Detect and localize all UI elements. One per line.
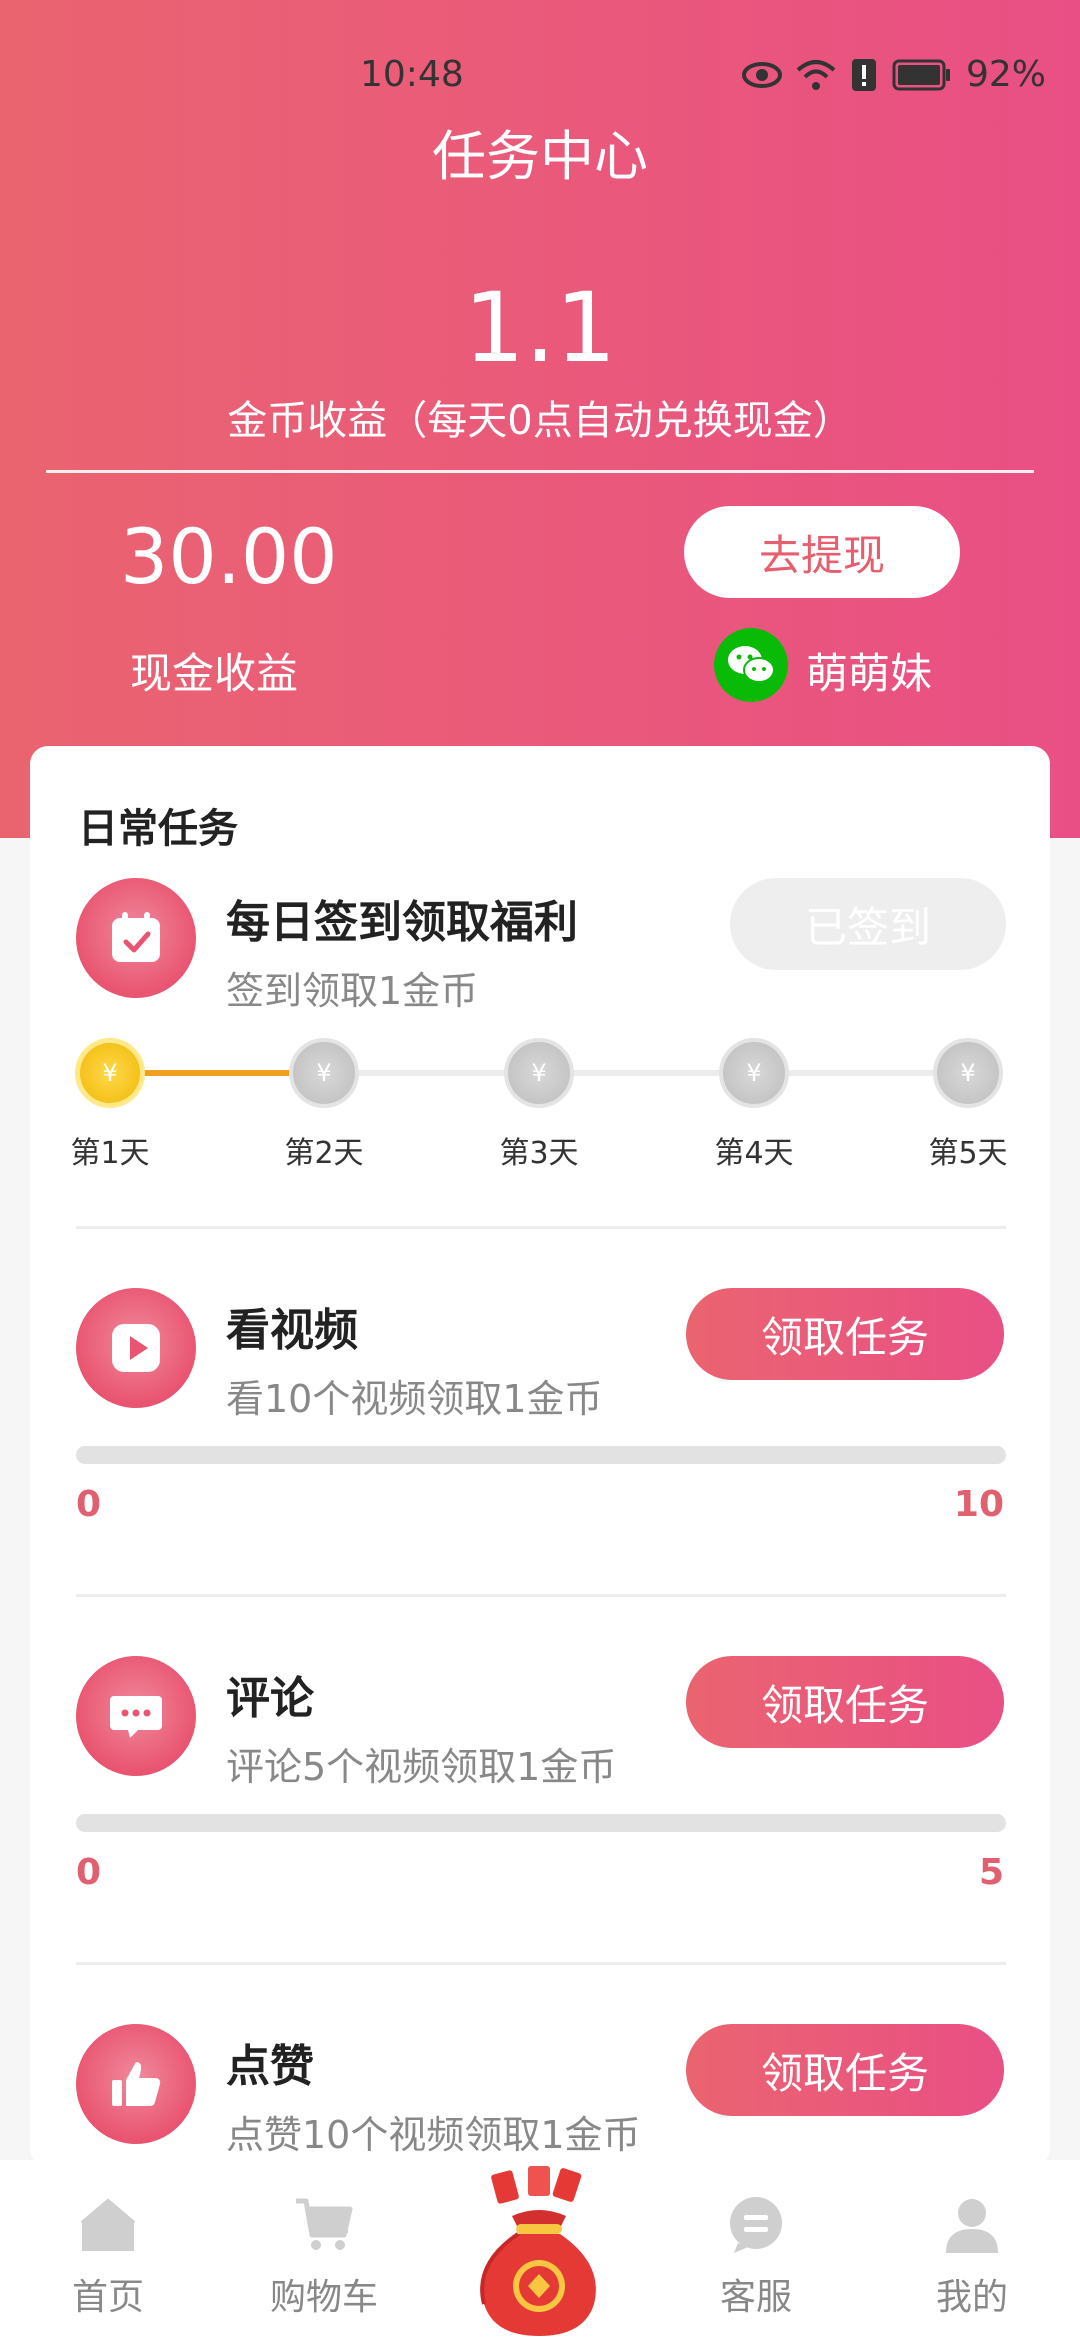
comment-icon bbox=[76, 1656, 196, 1776]
task-progress-bar bbox=[76, 1814, 1006, 1832]
header-divider bbox=[46, 470, 1034, 473]
nav-cart[interactable]: 购物车 bbox=[244, 2190, 404, 2320]
divider bbox=[76, 1594, 1006, 1597]
coin-icon: ¥ bbox=[719, 1038, 789, 1108]
signin-progress-remaining bbox=[322, 1070, 972, 1076]
claim-task-button[interactable]: 领取任务 bbox=[686, 1656, 1004, 1748]
task-subtitle: 评论5个视频领取1金币 bbox=[226, 1745, 617, 1789]
section-title: 日常任务 bbox=[78, 806, 238, 852]
nav-home[interactable]: 首页 bbox=[28, 2190, 188, 2320]
task-subtitle: 点赞10个视频领取1金币 bbox=[226, 2113, 641, 2157]
nav-label: 我的 bbox=[935, 2277, 1008, 2318]
divider bbox=[76, 1226, 1006, 1229]
coin-icon: ¥ bbox=[289, 1038, 359, 1108]
battery-icon bbox=[892, 59, 950, 90]
progress-min: 0 bbox=[76, 1484, 102, 1525]
day-label: 第1天 bbox=[70, 1136, 150, 1171]
home-icon bbox=[73, 2190, 143, 2260]
nav-profile[interactable]: 我的 bbox=[892, 2190, 1052, 2320]
progress-min: 0 bbox=[76, 1852, 102, 1893]
eye-icon bbox=[741, 61, 782, 88]
day-label: 第5天 bbox=[928, 1136, 1008, 1171]
lucky-bag-icon[interactable] bbox=[464, 2164, 614, 2340]
nav-label: 客服 bbox=[719, 2277, 792, 2318]
nav-label: 购物车 bbox=[269, 2277, 378, 2318]
chat-icon bbox=[721, 2190, 791, 2260]
task-title: 点赞 bbox=[226, 2041, 314, 2092]
signed-in-button[interactable]: 已签到 bbox=[730, 878, 1006, 970]
signin-subtitle: 签到领取1金币 bbox=[226, 969, 479, 1013]
claim-task-button[interactable]: 领取任务 bbox=[686, 2024, 1004, 2116]
coin-icon: ¥ bbox=[75, 1038, 145, 1108]
day-label: 第4天 bbox=[714, 1136, 794, 1171]
play-icon bbox=[76, 1288, 196, 1408]
signin-title: 每日签到领取福利 bbox=[226, 897, 578, 948]
user-icon bbox=[937, 2190, 1007, 2260]
wechat-nickname: 萌萌妹 bbox=[806, 649, 933, 698]
calendar-icon bbox=[76, 878, 196, 998]
status-time: 10:48 bbox=[360, 54, 464, 95]
coin-icon: ¥ bbox=[504, 1038, 574, 1108]
wifi-icon bbox=[796, 59, 836, 90]
nav-service[interactable]: 客服 bbox=[676, 2190, 836, 2320]
task-title: 看视频 bbox=[226, 1305, 358, 1356]
battery-percent: 92% bbox=[965, 54, 1046, 95]
cash-earnings-value: 30.00 bbox=[120, 512, 338, 601]
daily-tasks-card: 日常任务 每日签到领取福利 签到领取1金币 已签到 ¥ ¥ ¥ ¥ ¥ 第1天 … bbox=[30, 746, 1050, 2166]
wechat-icon bbox=[714, 628, 788, 702]
day-label: 第3天 bbox=[499, 1136, 579, 1171]
progress-max: 5 bbox=[978, 1852, 1004, 1893]
cash-earnings-label: 现金收益 bbox=[130, 649, 299, 698]
nav-label: 首页 bbox=[71, 2277, 144, 2318]
task-subtitle: 看10个视频领取1金币 bbox=[226, 1377, 603, 1421]
claim-task-button[interactable]: 领取任务 bbox=[686, 1288, 1004, 1380]
page-title: 任务中心 bbox=[432, 125, 648, 188]
withdraw-button[interactable]: 去提现 bbox=[684, 506, 960, 598]
cart-icon bbox=[289, 2190, 359, 2260]
status-icons: 92% bbox=[741, 54, 1046, 95]
thumbs-up-icon bbox=[76, 2024, 196, 2144]
task-progress-bar bbox=[76, 1446, 1006, 1464]
coin-icon: ¥ bbox=[933, 1038, 1003, 1108]
task-title: 评论 bbox=[226, 1673, 314, 1724]
day-label: 第2天 bbox=[284, 1136, 364, 1171]
divider bbox=[76, 1962, 1006, 1965]
status-bar: 10:48 92% bbox=[0, 48, 1080, 108]
coin-earnings-value: 1.1 bbox=[463, 272, 617, 384]
coin-earnings-label: 金币收益（每天0点自动兑换现金） bbox=[227, 398, 853, 444]
sim-alert-icon bbox=[851, 58, 876, 91]
progress-max: 10 bbox=[953, 1484, 1004, 1525]
